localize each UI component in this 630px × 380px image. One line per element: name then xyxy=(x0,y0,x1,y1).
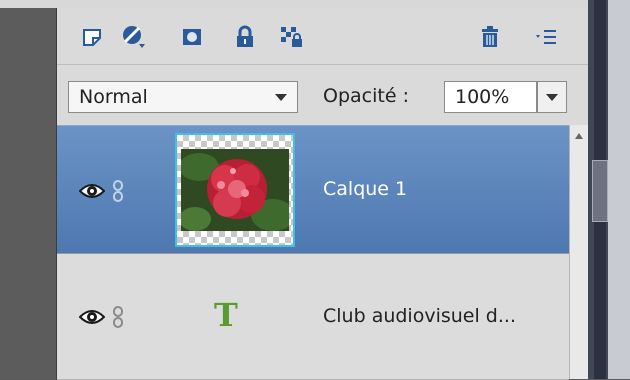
opacity-dropdown-button[interactable] xyxy=(537,81,567,113)
scroll-up-arrow-icon[interactable] xyxy=(575,133,583,139)
trash-icon[interactable] xyxy=(477,24,503,50)
new-layer-icon[interactable] xyxy=(79,24,105,50)
blend-mode-select[interactable]: Normal xyxy=(68,81,298,113)
layers-scrollbar[interactable] xyxy=(569,125,589,379)
collapse-tab[interactable] xyxy=(592,160,608,222)
chevron-down-icon xyxy=(546,94,558,101)
blend-mode-value: Normal xyxy=(79,86,148,108)
text-layer-icon: T xyxy=(214,296,238,334)
layer-mask-icon[interactable] xyxy=(179,24,205,50)
flower-photo xyxy=(181,149,289,231)
panel-menu-icon[interactable] xyxy=(533,24,559,50)
layer-controls: Normal Opacité : 100% xyxy=(57,65,589,125)
visibility-eye-icon[interactable] xyxy=(79,308,105,326)
chevron-down-icon xyxy=(275,94,287,101)
link-icon[interactable] xyxy=(112,180,124,202)
lock-all-icon[interactable] xyxy=(232,24,258,50)
layers-panel: Normal Opacité : 100% Calque 1 T Club au… xyxy=(56,8,589,380)
layers-list: Calque 1 T Club audiovisuel d... xyxy=(57,125,569,380)
opacity-input[interactable]: 100% xyxy=(444,81,537,113)
top-strip xyxy=(0,0,630,8)
layer-thumbnail xyxy=(175,133,295,247)
layer-row-club-audiovisuel[interactable]: T Club audiovisuel d... xyxy=(57,254,569,380)
layer-row-calque-1[interactable]: Calque 1 xyxy=(57,125,569,254)
adjustment-layer-icon[interactable] xyxy=(121,24,147,50)
right-edge-strip xyxy=(608,0,630,379)
layers-toolbar xyxy=(57,8,589,64)
opacity-label: Opacité : xyxy=(323,85,409,107)
left-gutter xyxy=(0,8,56,379)
lock-transparency-icon[interactable] xyxy=(279,24,305,50)
layer-name[interactable]: Calque 1 xyxy=(323,178,407,200)
visibility-eye-icon[interactable] xyxy=(79,182,105,200)
layer-name[interactable]: Club audiovisuel d... xyxy=(323,305,516,327)
link-icon[interactable] xyxy=(112,306,124,328)
opacity-value: 100% xyxy=(455,86,510,108)
